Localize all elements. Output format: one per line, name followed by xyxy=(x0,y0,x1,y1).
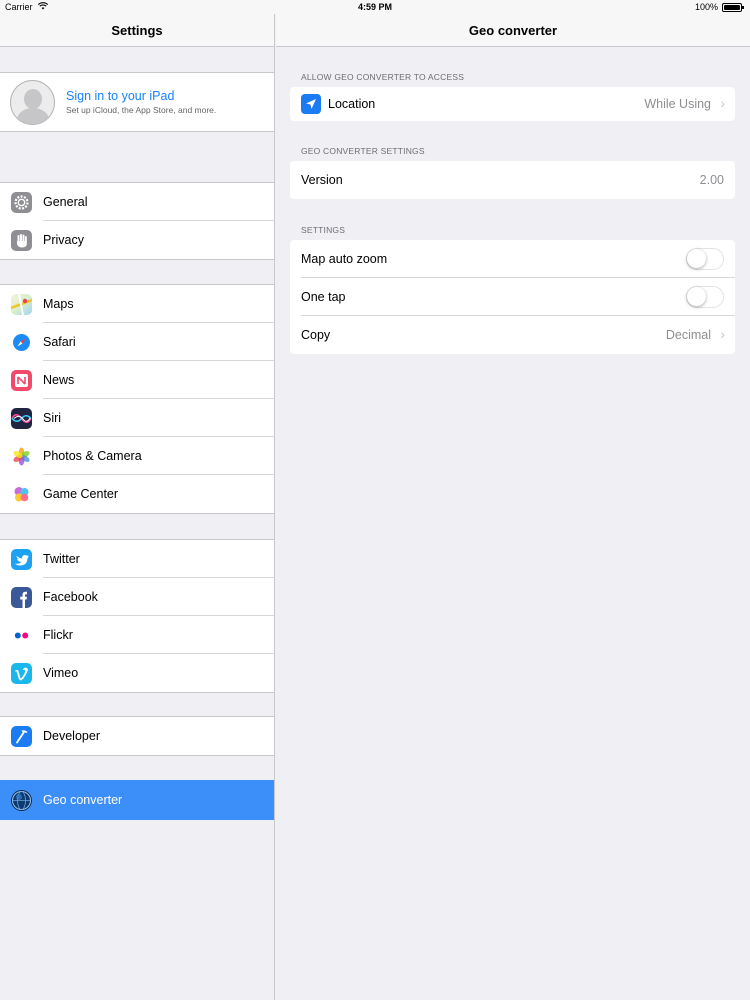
sign-in-title: Sign in to your iPad xyxy=(66,89,175,103)
geo-settings-section-header: GEO CONVERTER SETTINGS xyxy=(301,146,425,156)
sidebar-item-label: Siri xyxy=(43,411,62,425)
sidebar-item-privacy[interactable]: Privacy xyxy=(0,221,274,259)
sidebar-item-geo-converter[interactable]: Geo converter xyxy=(0,781,274,819)
location-arrow-icon xyxy=(301,94,321,114)
location-row[interactable]: Location While Using › xyxy=(290,87,735,121)
avatar xyxy=(10,80,55,125)
game-center-icon xyxy=(11,484,32,505)
sidebar-item-label: Twitter xyxy=(43,552,80,566)
sidebar-title: Settings xyxy=(0,14,274,47)
clock: 4:59 PM xyxy=(357,2,392,12)
sidebar-group-developer: Developer xyxy=(0,716,274,756)
sidebar-item-label: Flickr xyxy=(43,628,73,642)
sidebar-item-maps[interactable]: Maps xyxy=(0,285,274,323)
location-label: Location xyxy=(328,97,376,111)
news-icon xyxy=(11,370,32,391)
chevron-right-icon: › xyxy=(720,326,725,342)
one-tap-toggle[interactable] xyxy=(686,286,724,308)
page-title: Geo converter xyxy=(276,14,750,47)
sidebar-item-news[interactable]: News xyxy=(0,361,274,399)
sidebar-item-facebook[interactable]: Facebook xyxy=(0,578,274,616)
sidebar-group-system: General Privacy xyxy=(0,182,274,260)
access-card: Location While Using › xyxy=(290,87,735,121)
sidebar-item-twitter[interactable]: Twitter xyxy=(0,540,274,578)
detail-pane: Geo converter ALLOW GEO CONVERTER TO ACC… xyxy=(276,14,750,1000)
developer-icon xyxy=(11,726,32,747)
sidebar-item-label: News xyxy=(43,373,75,387)
sidebar-item-general[interactable]: General xyxy=(0,183,274,221)
settings-sidebar: Settings Sign in to your iPad Set up iCl… xyxy=(0,14,275,1000)
sidebar-group-social: Twitter Facebook Flickr Vimeo xyxy=(0,539,274,693)
battery-percent: 100% xyxy=(694,2,718,12)
copy-row[interactable]: Copy Decimal › xyxy=(290,316,735,354)
one-tap-label: One tap xyxy=(301,290,346,304)
sidebar-item-safari[interactable]: Safari xyxy=(0,323,274,361)
sidebar-item-label: Vimeo xyxy=(43,666,79,680)
sidebar-item-flickr[interactable]: Flickr xyxy=(0,616,274,654)
sidebar-item-developer[interactable]: Developer xyxy=(0,717,274,755)
map-auto-zoom-toggle[interactable] xyxy=(686,248,724,270)
copy-value: Decimal xyxy=(665,328,711,342)
one-tap-row: One tap xyxy=(290,278,735,316)
twitter-icon xyxy=(11,549,32,570)
location-value: While Using xyxy=(644,97,711,111)
gear-icon xyxy=(11,192,32,213)
hand-icon xyxy=(11,230,32,251)
sidebar-item-label: General xyxy=(43,195,88,209)
flickr-icon xyxy=(11,625,32,646)
map-auto-zoom-row: Map auto zoom xyxy=(290,240,735,278)
version-value: 2.00 xyxy=(699,173,724,187)
settings-section-header: SETTINGS xyxy=(301,225,346,235)
copy-label: Copy xyxy=(301,328,331,342)
sidebar-item-vimeo[interactable]: Vimeo xyxy=(0,654,274,692)
version-row: Version 2.00 xyxy=(290,161,735,199)
sidebar-item-label: Photos & Camera xyxy=(43,449,142,463)
sidebar-item-label: Maps xyxy=(43,297,74,311)
sidebar-item-label: Privacy xyxy=(43,233,84,247)
compass-icon xyxy=(11,332,32,353)
version-label: Version xyxy=(301,173,343,187)
sidebar-item-siri[interactable]: Siri xyxy=(0,399,274,437)
sign-in-row[interactable]: Sign in to your iPad Set up iCloud, the … xyxy=(0,72,274,132)
maps-icon xyxy=(11,294,32,315)
sign-in-subtitle: Set up iCloud, the App Store, and more. xyxy=(66,105,217,115)
sidebar-item-label: Developer xyxy=(43,729,100,743)
settings-card: Map auto zoom One tap Copy Decimal › xyxy=(290,240,735,354)
siri-icon xyxy=(11,408,32,429)
sidebar-item-game-center[interactable]: Game Center xyxy=(0,475,274,513)
chevron-right-icon: › xyxy=(720,95,725,111)
access-section-header: ALLOW GEO CONVERTER TO ACCESS xyxy=(301,72,465,82)
status-bar: Carrier 4:59 PM 100% xyxy=(0,0,750,14)
map-auto-zoom-label: Map auto zoom xyxy=(301,252,388,266)
photos-icon xyxy=(11,446,32,467)
sidebar-item-photos-camera[interactable]: Photos & Camera xyxy=(0,437,274,475)
facebook-icon xyxy=(11,587,32,608)
geo-settings-card: Version 2.00 xyxy=(290,161,735,199)
globe-icon xyxy=(11,790,32,811)
sidebar-item-label: Geo converter xyxy=(43,793,123,807)
sidebar-group-apps-installed: Geo converter xyxy=(0,780,274,820)
sidebar-item-label: Safari xyxy=(43,335,76,349)
sidebar-item-label: Game Center xyxy=(43,487,119,501)
sidebar-group-apps: Maps Safari News Siri Photos & Camera Ga… xyxy=(0,284,274,514)
battery-icon xyxy=(722,3,744,12)
vimeo-icon xyxy=(11,663,32,684)
sidebar-item-label: Facebook xyxy=(43,590,98,604)
